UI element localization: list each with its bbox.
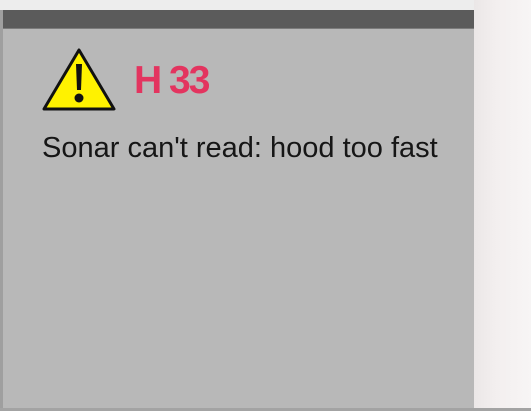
warning-notification-panel: H 33 Sonar can't read: hood too fast xyxy=(0,10,474,408)
panel-header-bar xyxy=(3,10,474,29)
right-background xyxy=(474,0,531,411)
warning-triangle-icon xyxy=(41,48,117,112)
top-frame-strip xyxy=(0,0,531,10)
warning-message: Sonar can't read: hood too fast xyxy=(42,132,438,164)
display-screen: H 33 Sonar can't read: hood too fast xyxy=(0,0,531,411)
warning-code: H 33 xyxy=(134,59,210,102)
